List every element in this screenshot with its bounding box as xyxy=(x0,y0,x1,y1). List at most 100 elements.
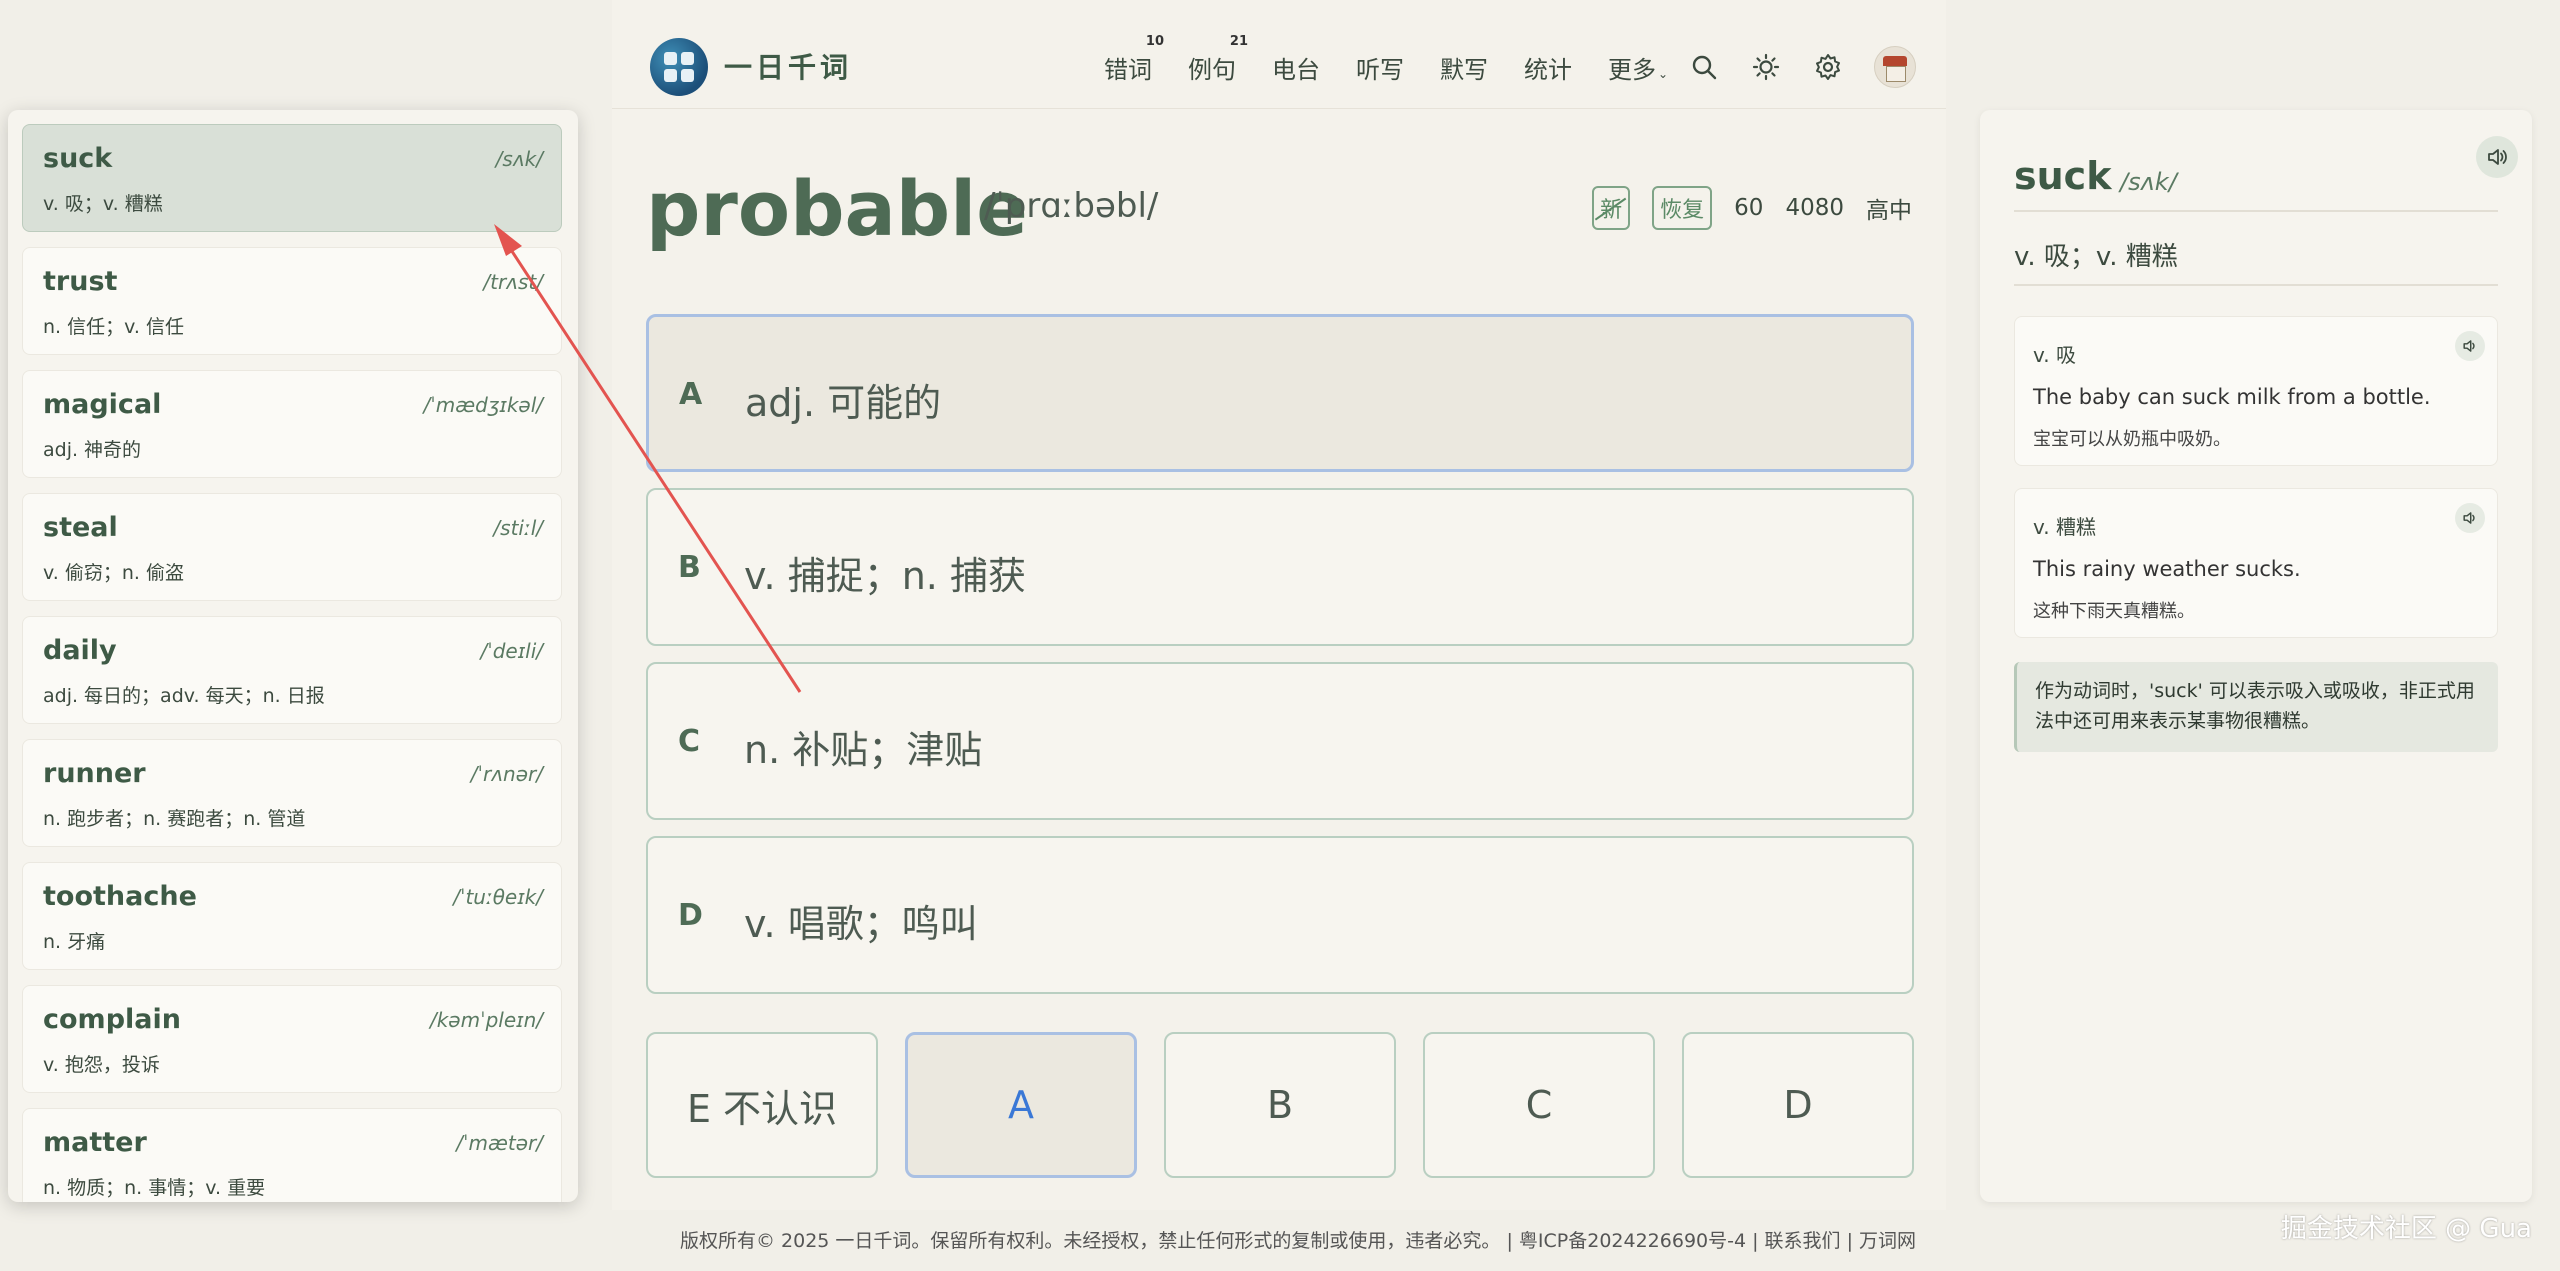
nav-item-statistics[interactable]: 统计 xyxy=(1524,50,1572,85)
word-item-meaning: adj. 每日的；adv. 每天；n. 日报 xyxy=(43,685,325,707)
word-item-word: matter xyxy=(43,1127,147,1158)
option-d[interactable]: D v. 唱歌；鸣叫 xyxy=(646,836,1914,994)
gear-icon[interactable] xyxy=(1812,51,1844,83)
word-item-meaning: n. 信任；v. 信任 xyxy=(43,316,184,338)
word-item-meaning: n. 牙痛 xyxy=(43,931,106,953)
speaker-icon[interactable] xyxy=(2455,331,2485,361)
search-icon[interactable] xyxy=(1688,51,1720,83)
nav-item-label: 听写 xyxy=(1356,56,1404,84)
nav-item-dictation[interactable]: 默写 xyxy=(1440,50,1488,85)
nav-item-sentences[interactable]: 例句 21 xyxy=(1188,34,1248,85)
avatar[interactable] xyxy=(1874,46,1916,88)
nav-item-label: 错词 xyxy=(1104,56,1152,84)
sun-icon[interactable] xyxy=(1750,51,1782,83)
option-text: n. 补贴；津贴 xyxy=(744,728,983,772)
word-item-phonetic: /ˈtuːθeɪk/ xyxy=(453,885,543,909)
new-tag-button[interactable]: 新 xyxy=(1592,186,1631,230)
word-list-item[interactable]: magical /ˈmædʒɪkəl/ adj. 神奇的 xyxy=(22,370,562,478)
word-item-phonetic: /stiːl/ xyxy=(493,516,543,540)
avatar-roof xyxy=(1883,56,1907,66)
word-item-meaning: v. 吸；v. 糟糕 xyxy=(43,193,163,215)
word-item-phonetic: /ˈmædʒɪkəl/ xyxy=(423,393,543,417)
example-chinese: 这种下雨天真糟糕。 xyxy=(2033,601,2195,622)
question-word: probable xyxy=(646,164,1028,253)
word-item-phonetic: /kəmˈpleɪn/ xyxy=(429,1008,543,1032)
restore-button[interactable]: 恢复 xyxy=(1652,186,1713,230)
word-item-phonetic: /trʌst/ xyxy=(483,270,543,294)
nav-item-count: 21 xyxy=(1229,34,1248,49)
word-item-meaning: adj. 神奇的 xyxy=(43,439,142,461)
divider xyxy=(2014,284,2498,286)
word-item-word: trust xyxy=(43,266,118,297)
word-item-word: toothache xyxy=(43,881,197,912)
option-letter: C xyxy=(678,724,701,759)
example-card: v. 糟糕 This rainy weather sucks. 这种下雨天真糟糕… xyxy=(2014,488,2498,638)
usage-note: 作为动词时，'suck' 可以表示吸入或吸收，非正式用法中还可用来表示某事物很糟… xyxy=(2014,662,2498,752)
answer-button-a[interactable]: A xyxy=(905,1032,1137,1178)
answer-button-unknown[interactable]: E 不认识 xyxy=(646,1032,878,1178)
question-meta: 新 恢复 60 4080 高中 xyxy=(1592,186,1912,230)
level-label: 高中 xyxy=(1866,198,1912,224)
chevron-down-icon: ⌄ xyxy=(1658,67,1669,81)
word-list-item[interactable]: runner /ˈrʌnər/ n. 跑步者；n. 赛跑者；n. 管道 xyxy=(22,739,562,847)
option-text: v. 唱歌；鸣叫 xyxy=(744,902,978,946)
avatar-house xyxy=(1886,66,1906,82)
logo-grid-icon xyxy=(664,52,694,82)
speaker-icon[interactable] xyxy=(2476,136,2518,178)
word-item-phonetic: /ˈdeɪli/ xyxy=(480,639,543,663)
nav-item-count: 10 xyxy=(1145,34,1164,49)
nav-links: 错词 10 例句 21 电台 听写 默写 统计 更多 ⌄ xyxy=(1104,34,1704,85)
top-navbar: 一日千词 错词 10 例句 21 电台 听写 默写 统计 更多 ⌄ xyxy=(612,0,1946,109)
nav-item-listening[interactable]: 听写 xyxy=(1356,50,1404,85)
option-c[interactable]: C n. 补贴；津贴 xyxy=(646,662,1914,820)
word-list-item[interactable]: daily /ˈdeɪli/ adj. 每日的；adv. 每天；n. 日报 xyxy=(22,616,562,724)
word-list-panel[interactable]: suck /sʌk/ v. 吸；v. 糟糕 trust /trʌst/ n. 信… xyxy=(8,110,578,1202)
answer-button-c[interactable]: C xyxy=(1423,1032,1655,1178)
nav-item-label: 电台 xyxy=(1272,56,1320,84)
word-item-word: magical xyxy=(43,389,162,420)
footer-text: 版权所有© 2025 一日千词。保留所有权利。未经授权，禁止任何形式的复制或使用… xyxy=(680,1230,1917,1252)
nav-item-label: 例句 xyxy=(1188,56,1236,84)
nav-icons xyxy=(1688,46,1916,88)
word-item-word: complain xyxy=(43,1004,181,1035)
word-list-item[interactable]: complain /kəmˈpleɪn/ v. 抱怨，投诉 xyxy=(22,985,562,1093)
word-item-word: steal xyxy=(43,512,118,543)
app-title[interactable]: 一日千词 xyxy=(724,46,852,86)
stat-number-1: 60 xyxy=(1734,195,1764,221)
nav-item-more[interactable]: 更多 ⌄ xyxy=(1608,50,1668,85)
word-item-phonetic: /ˈrʌnər/ xyxy=(470,762,543,786)
option-text: adj. 可能的 xyxy=(745,381,942,425)
nav-item-radio[interactable]: 电台 xyxy=(1272,50,1320,85)
word-list-item[interactable]: suck /sʌk/ v. 吸；v. 糟糕 xyxy=(22,124,562,232)
example-english: The baby can suck milk from a bottle. xyxy=(2033,385,2431,409)
nav-item-wrong-words[interactable]: 错词 10 xyxy=(1104,34,1164,85)
word-list-item[interactable]: toothache /ˈtuːθeɪk/ n. 牙痛 xyxy=(22,862,562,970)
answer-button-d[interactable]: D xyxy=(1682,1032,1914,1178)
word-item-meaning: n. 物质；n. 事情；v. 重要 xyxy=(43,1177,266,1199)
answer-button-b[interactable]: B xyxy=(1164,1032,1396,1178)
option-b[interactable]: B v. 捕捉；n. 捕获 xyxy=(646,488,1914,646)
word-list-item[interactable]: matter /ˈmætər/ n. 物质；n. 事情；v. 重要 xyxy=(22,1108,562,1202)
option-a[interactable]: A adj. 可能的 xyxy=(646,314,1914,472)
word-list-item[interactable]: steal /stiːl/ v. 偷窃；n. 偷盗 xyxy=(22,493,562,601)
stat-number-2: 4080 xyxy=(1785,195,1844,221)
example-pos: v. 糟糕 xyxy=(2033,515,2096,539)
word-item-meaning: v. 偷窃；n. 偷盗 xyxy=(43,562,184,584)
option-letter: D xyxy=(678,898,703,933)
detail-meaning: v. 吸；v. 糟糕 xyxy=(2014,242,2178,272)
option-text: v. 捕捉；n. 捕获 xyxy=(744,554,1026,598)
nav-item-label: 更多 xyxy=(1608,56,1656,84)
example-card: v. 吸 The baby can suck milk from a bottl… xyxy=(2014,316,2498,466)
word-detail-panel: suck /sʌk/ v. 吸；v. 糟糕 v. 吸 The baby can … xyxy=(1980,110,2532,1202)
example-pos: v. 吸 xyxy=(2033,343,2076,367)
divider xyxy=(2014,210,2498,212)
word-item-meaning: v. 抱怨，投诉 xyxy=(43,1054,160,1076)
speaker-icon[interactable] xyxy=(2455,503,2485,533)
word-list-item[interactable]: trust /trʌst/ n. 信任；v. 信任 xyxy=(22,247,562,355)
word-item-word: suck xyxy=(43,143,113,174)
detail-word: suck xyxy=(2014,154,2112,198)
example-english: This rainy weather sucks. xyxy=(2033,557,2301,581)
example-chinese: 宝宝可以从奶瓶中吸奶。 xyxy=(2033,429,2231,450)
word-item-phonetic: /ˈmætər/ xyxy=(456,1131,543,1155)
app-logo[interactable] xyxy=(650,38,708,96)
